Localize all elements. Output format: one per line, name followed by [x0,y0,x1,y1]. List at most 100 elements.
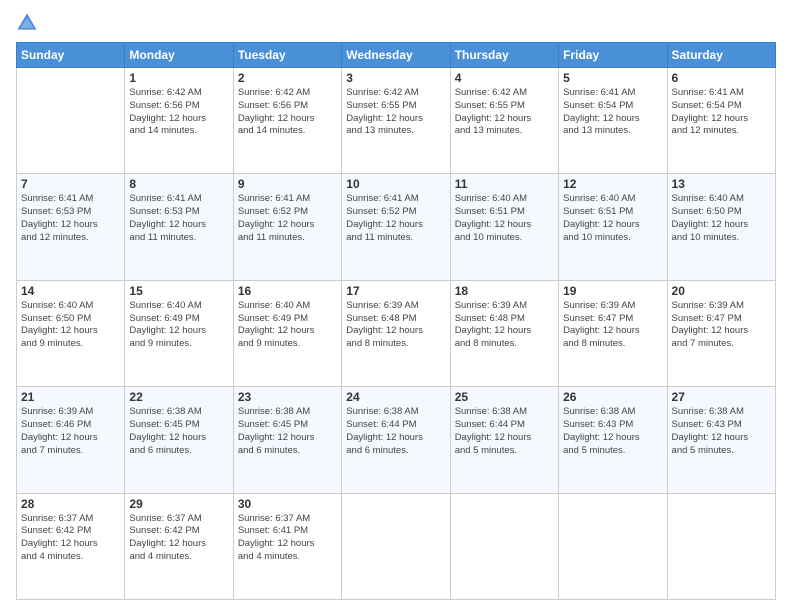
day-info: Sunrise: 6:41 AMSunset: 6:53 PMDaylight:… [129,193,228,244]
day-number: 13 [672,177,771,191]
day-cell: 3 Sunrise: 6:42 AMSunset: 6:55 PMDaylight… [342,68,450,174]
day-info: Sunrise: 6:38 AMSunset: 6:44 PMDaylight:… [346,406,445,457]
day-cell: 29 Sunrise: 6:37 AMSunset: 6:42 PMDayligh… [125,493,233,599]
day-number: 29 [129,497,228,511]
header-cell-thursday: Thursday [450,43,558,68]
day-number: 30 [238,497,337,511]
day-number: 2 [238,71,337,85]
day-info: Sunrise: 6:38 AMSunset: 6:45 PMDaylight:… [238,406,337,457]
day-number: 12 [563,177,662,191]
day-cell: 21 Sunrise: 6:39 AMSunset: 6:46 PMDayligh… [17,387,125,493]
day-number: 3 [346,71,445,85]
day-number: 19 [563,284,662,298]
logo [16,12,42,34]
day-number: 22 [129,390,228,404]
day-info: Sunrise: 6:41 AMSunset: 6:52 PMDaylight:… [346,193,445,244]
day-info: Sunrise: 6:41 AMSunset: 6:53 PMDaylight:… [21,193,120,244]
day-info: Sunrise: 6:38 AMSunset: 6:44 PMDaylight:… [455,406,554,457]
day-cell: 8 Sunrise: 6:41 AMSunset: 6:53 PMDaylight… [125,174,233,280]
day-cell: 26 Sunrise: 6:38 AMSunset: 6:43 PMDayligh… [559,387,667,493]
day-info: Sunrise: 6:38 AMSunset: 6:45 PMDaylight:… [129,406,228,457]
day-cell [342,493,450,599]
day-number: 14 [21,284,120,298]
calendar-table: SundayMondayTuesdayWednesdayThursdayFrid… [16,42,776,600]
day-info: Sunrise: 6:41 AMSunset: 6:52 PMDaylight:… [238,193,337,244]
day-number: 9 [238,177,337,191]
day-number: 8 [129,177,228,191]
day-number: 4 [455,71,554,85]
day-info: Sunrise: 6:40 AMSunset: 6:51 PMDaylight:… [455,193,554,244]
day-info: Sunrise: 6:42 AMSunset: 6:56 PMDaylight:… [238,87,337,138]
day-number: 15 [129,284,228,298]
day-info: Sunrise: 6:42 AMSunset: 6:55 PMDaylight:… [455,87,554,138]
day-cell [559,493,667,599]
day-info: Sunrise: 6:39 AMSunset: 6:47 PMDaylight:… [563,300,662,351]
day-number: 28 [21,497,120,511]
day-cell: 23Sunrise: 6:38 AMSunset: 6:45 PMDayligh… [233,387,341,493]
day-cell: 5 Sunrise: 6:41 AMSunset: 6:54 PMDaylight… [559,68,667,174]
day-number: 10 [346,177,445,191]
day-info: Sunrise: 6:38 AMSunset: 6:43 PMDaylight:… [672,406,771,457]
day-info: Sunrise: 6:40 AMSunset: 6:49 PMDaylight:… [238,300,337,351]
day-cell: 4 Sunrise: 6:42 AMSunset: 6:55 PMDaylight… [450,68,558,174]
day-cell: 16Sunrise: 6:40 AMSunset: 6:49 PMDayligh… [233,280,341,386]
day-number: 5 [563,71,662,85]
header-cell-wednesday: Wednesday [342,43,450,68]
day-cell: 27Sunrise: 6:38 AMSunset: 6:43 PMDayligh… [667,387,775,493]
day-info: Sunrise: 6:41 AMSunset: 6:54 PMDaylight:… [563,87,662,138]
day-number: 6 [672,71,771,85]
day-info: Sunrise: 6:37 AMSunset: 6:42 PMDaylight:… [129,513,228,564]
day-info: Sunrise: 6:39 AMSunset: 6:48 PMDaylight:… [346,300,445,351]
day-info: Sunrise: 6:40 AMSunset: 6:49 PMDaylight:… [129,300,228,351]
day-number: 17 [346,284,445,298]
day-cell: 20Sunrise: 6:39 AMSunset: 6:47 PMDayligh… [667,280,775,386]
day-cell: 11 Sunrise: 6:40 AMSunset: 6:51 PMDayligh… [450,174,558,280]
day-number: 18 [455,284,554,298]
day-number: 21 [21,390,120,404]
calendar-header: SundayMondayTuesdayWednesdayThursdayFrid… [17,43,776,68]
day-info: Sunrise: 6:39 AMSunset: 6:47 PMDaylight:… [672,300,771,351]
day-number: 11 [455,177,554,191]
day-cell: 22 Sunrise: 6:38 AMSunset: 6:45 PMDayligh… [125,387,233,493]
calendar-body: 1 Sunrise: 6:42 AMSunset: 6:56 PMDaylight… [17,68,776,600]
week-row-4: 28 Sunrise: 6:37 AMSunset: 6:42 PMDayligh… [17,493,776,599]
week-row-1: 7 Sunrise: 6:41 AMSunset: 6:53 PMDaylight… [17,174,776,280]
header [16,12,776,34]
page: SundayMondayTuesdayWednesdayThursdayFrid… [0,0,792,612]
day-cell: 14Sunrise: 6:40 AMSunset: 6:50 PMDayligh… [17,280,125,386]
day-cell: 19 Sunrise: 6:39 AMSunset: 6:47 PMDayligh… [559,280,667,386]
day-cell: 1 Sunrise: 6:42 AMSunset: 6:56 PMDaylight… [125,68,233,174]
day-cell: 25 Sunrise: 6:38 AMSunset: 6:44 PMDayligh… [450,387,558,493]
header-cell-saturday: Saturday [667,43,775,68]
day-info: Sunrise: 6:39 AMSunset: 6:46 PMDaylight:… [21,406,120,457]
day-info: Sunrise: 6:40 AMSunset: 6:51 PMDaylight:… [563,193,662,244]
header-cell-monday: Monday [125,43,233,68]
day-info: Sunrise: 6:39 AMSunset: 6:48 PMDaylight:… [455,300,554,351]
day-info: Sunrise: 6:38 AMSunset: 6:43 PMDaylight:… [563,406,662,457]
day-cell: 7 Sunrise: 6:41 AMSunset: 6:53 PMDaylight… [17,174,125,280]
day-cell [667,493,775,599]
logo-icon [16,12,38,34]
day-cell: 6 Sunrise: 6:41 AMSunset: 6:54 PMDaylight… [667,68,775,174]
header-cell-tuesday: Tuesday [233,43,341,68]
day-number: 26 [563,390,662,404]
day-cell: 10 Sunrise: 6:41 AMSunset: 6:52 PMDayligh… [342,174,450,280]
header-cell-friday: Friday [559,43,667,68]
day-cell: 28Sunrise: 6:37 AMSunset: 6:42 PMDayligh… [17,493,125,599]
day-cell: 17 Sunrise: 6:39 AMSunset: 6:48 PMDayligh… [342,280,450,386]
day-cell: 2 Sunrise: 6:42 AMSunset: 6:56 PMDaylight… [233,68,341,174]
day-number: 7 [21,177,120,191]
day-cell: 18 Sunrise: 6:39 AMSunset: 6:48 PMDayligh… [450,280,558,386]
day-info: Sunrise: 6:42 AMSunset: 6:56 PMDaylight:… [129,87,228,138]
day-info: Sunrise: 6:42 AMSunset: 6:55 PMDaylight:… [346,87,445,138]
day-info: Sunrise: 6:37 AMSunset: 6:41 PMDaylight:… [238,513,337,564]
day-cell: 12 Sunrise: 6:40 AMSunset: 6:51 PMDayligh… [559,174,667,280]
day-number: 1 [129,71,228,85]
header-row: SundayMondayTuesdayWednesdayThursdayFrid… [17,43,776,68]
day-info: Sunrise: 6:41 AMSunset: 6:54 PMDaylight:… [672,87,771,138]
day-number: 25 [455,390,554,404]
day-cell: 15 Sunrise: 6:40 AMSunset: 6:49 PMDayligh… [125,280,233,386]
day-cell [450,493,558,599]
day-cell [17,68,125,174]
week-row-0: 1 Sunrise: 6:42 AMSunset: 6:56 PMDaylight… [17,68,776,174]
